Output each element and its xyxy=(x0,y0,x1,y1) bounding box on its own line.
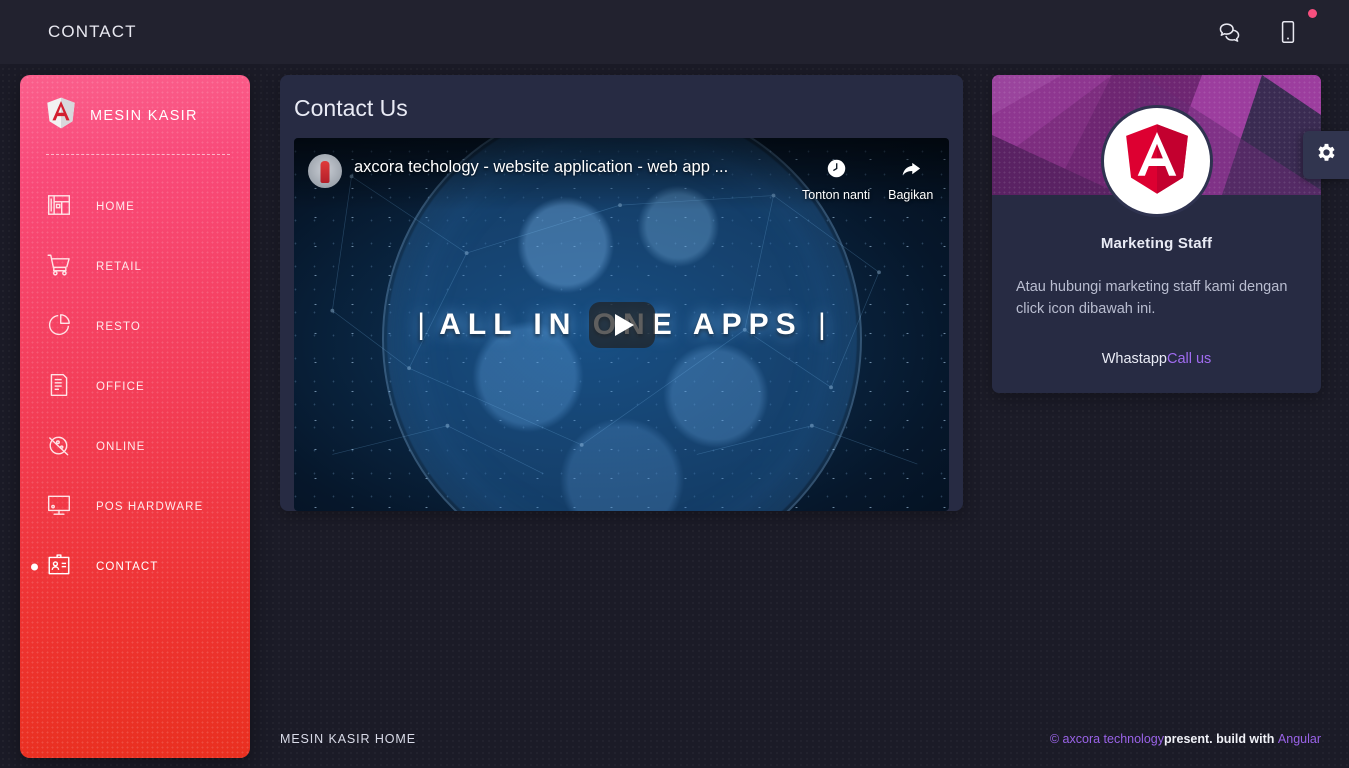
sidebar-item-retail[interactable]: RETAIL xyxy=(20,237,250,297)
profile-body: Marketing Staff Atau hubungi marketing s… xyxy=(992,195,1321,393)
angular-shield-icon xyxy=(46,97,76,134)
gear-icon xyxy=(1315,141,1338,169)
sidebar-item-label: RESTO xyxy=(96,321,141,333)
footer-right-label: © axcora technologypresent. build with A… xyxy=(1050,732,1321,746)
monitor-icon xyxy=(46,492,72,523)
globe-network-icon xyxy=(46,432,72,463)
shopping-cart-icon xyxy=(46,252,72,283)
active-indicator-dot xyxy=(31,563,38,571)
contact-card-title: Contact Us xyxy=(294,95,408,121)
id-card-icon xyxy=(46,552,72,583)
settings-button[interactable] xyxy=(1303,131,1349,179)
share-label: Bagikan xyxy=(888,188,934,202)
sidebar-item-contact[interactable]: CONTACT xyxy=(20,537,250,597)
sidebar-item-label: POS HARDWARE xyxy=(96,501,204,513)
contact-card: Contact Us | ALL IN APPS | axcora techol… xyxy=(280,75,963,511)
video-title[interactable]: axcora techology - website application -… xyxy=(354,158,784,177)
dashboard-layout-icon xyxy=(46,192,72,223)
page-title: CONTACT xyxy=(48,22,137,41)
watch-later-label: Tonton nanti xyxy=(802,188,871,202)
sidebar-item-label: CONTACT xyxy=(96,561,159,573)
avatar xyxy=(1100,105,1213,217)
sidebar-item-label: HOME xyxy=(96,201,135,213)
pie-chart-icon xyxy=(46,312,72,343)
sidebar-brand[interactable]: MESIN KASIR xyxy=(20,75,250,134)
mobile-phone-icon[interactable] xyxy=(1275,19,1301,45)
profile-description: Atau hubungi marketing staff kami dengan… xyxy=(1016,279,1288,318)
sidebar-item-online[interactable]: ONLINE xyxy=(20,417,250,477)
sidebar-item-home[interactable]: HOME xyxy=(20,177,250,237)
video-headline-bar-left: | xyxy=(417,307,426,341)
channel-avatar[interactable] xyxy=(308,154,342,188)
main-content: Contact Us | ALL IN APPS | axcora techol… xyxy=(280,75,963,525)
angular-shield-icon xyxy=(1123,123,1191,200)
sidebar-item-resto[interactable]: RESTO xyxy=(20,297,250,357)
sidebar-item-label: ONLINE xyxy=(96,441,146,453)
sidebar-nav: HOME RETAIL RESTO OFFICE ONLINE POS HARD… xyxy=(20,177,250,597)
whatsapp-link[interactable]: Whastapp xyxy=(1102,351,1167,367)
sidebar-brand-label: MESIN KASIR xyxy=(90,107,198,124)
share-arrow-icon xyxy=(900,158,921,182)
footer-framework-link[interactable]: Angular xyxy=(1278,732,1321,746)
document-icon xyxy=(46,372,72,403)
video-headline-bar-right: | xyxy=(817,307,826,341)
clock-icon xyxy=(826,158,847,182)
play-icon[interactable] xyxy=(588,301,655,348)
sidebar: MESIN KASIR HOME RETAIL RESTO OFFICE ONL… xyxy=(20,75,250,758)
share-button[interactable]: Bagikan xyxy=(888,152,933,202)
sidebar-item-pos-hardware[interactable]: POS HARDWARE xyxy=(20,477,250,537)
marketing-staff-card: Marketing Staff Atau hubungi marketing s… xyxy=(992,75,1321,393)
top-header: CONTACT xyxy=(0,0,1349,64)
sidebar-item-label: OFFICE xyxy=(96,381,145,393)
chat-bubbles-icon[interactable] xyxy=(1217,19,1243,45)
profile-contact-links: WhastappCall us xyxy=(1016,351,1297,367)
header-actions xyxy=(1217,19,1301,45)
profile-name: Marketing Staff xyxy=(1100,235,1213,252)
video-overlay-header: axcora techology - website application -… xyxy=(294,138,949,210)
footer-brand-link[interactable]: axcora technology xyxy=(1059,732,1164,746)
video-player[interactable]: | ALL IN ONE APPS | axcora techology - w… xyxy=(294,138,949,511)
watch-later-button[interactable]: Tonton nanti xyxy=(802,152,870,202)
footer-left-label: MESIN KASIR HOME xyxy=(280,732,416,746)
sidebar-item-office[interactable]: OFFICE xyxy=(20,357,250,417)
footer-copyright-symbol: © xyxy=(1049,732,1060,746)
notification-badge[interactable] xyxy=(1308,9,1317,18)
sidebar-divider xyxy=(46,154,230,155)
call-us-link[interactable]: Call us xyxy=(1167,351,1211,367)
footer-middle-text: present. build with xyxy=(1164,732,1278,746)
sidebar-item-label: RETAIL xyxy=(96,261,143,273)
footer: MESIN KASIR HOME © axcora technologypres… xyxy=(280,732,1321,746)
right-column: Marketing Staff Atau hubungi marketing s… xyxy=(992,75,1321,393)
